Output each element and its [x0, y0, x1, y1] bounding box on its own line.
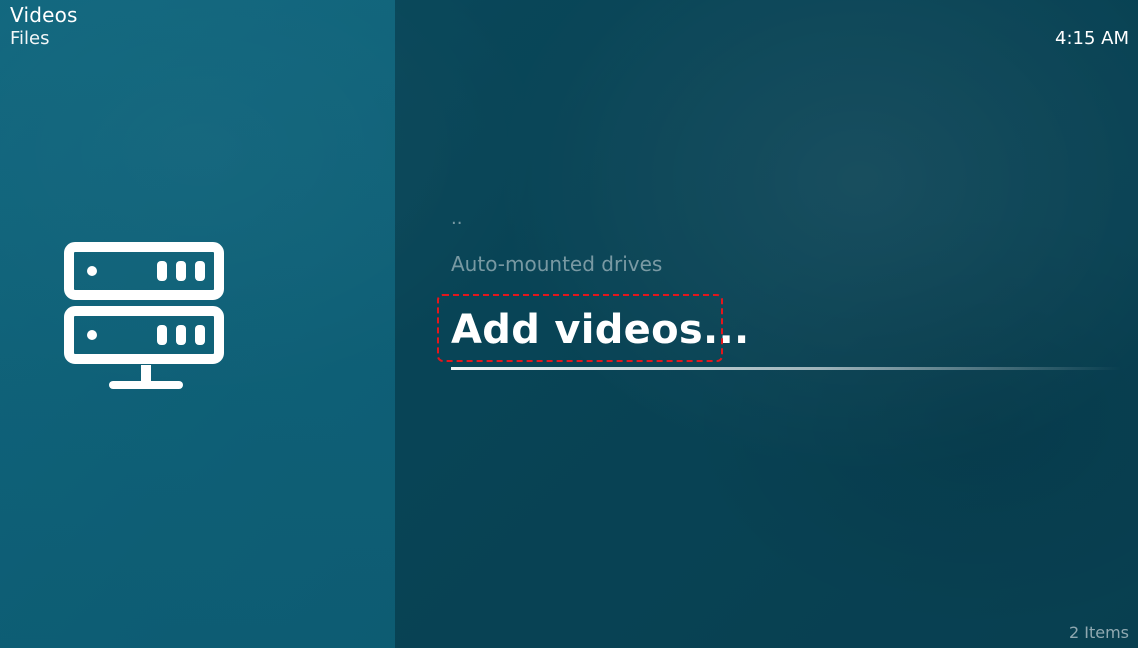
window-title: Videos — [10, 3, 78, 27]
list-item-auto-mounted-drives[interactable]: Auto-mounted drives — [451, 252, 662, 276]
breadcrumb: Files — [10, 28, 50, 49]
focus-highlight — [437, 294, 723, 362]
clock: 4:15 AM — [1055, 28, 1129, 49]
item-count: 2 Items — [1068, 623, 1129, 642]
list-item-parent-folder[interactable]: .. — [451, 208, 462, 230]
selection-underline — [451, 367, 1121, 370]
server-icon — [64, 242, 224, 389]
